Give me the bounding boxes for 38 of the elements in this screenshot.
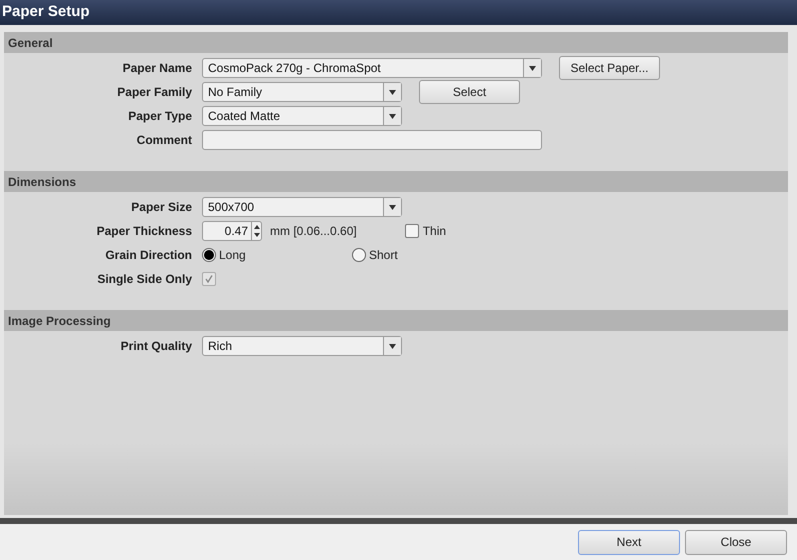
field-label: Paper Size: [130, 199, 193, 216]
dropdown[interactable]: 500x700: [202, 197, 402, 217]
dropdown[interactable]: CosmoPack 270g - ChromaSpot: [202, 58, 542, 78]
field-label: Paper Type: [127, 108, 193, 125]
dialog-button[interactable]: Close: [685, 530, 787, 554]
caret-icon: [529, 66, 536, 70]
thickness-range: mm [0.06...0.60]: [270, 223, 357, 240]
radio-button[interactable]: [202, 248, 216, 262]
caret-icon: [389, 344, 396, 348]
field-label: Grain Direction: [104, 247, 193, 264]
number-spinner[interactable]: 0.47: [202, 221, 262, 241]
dropdown[interactable]: No Family: [202, 82, 402, 102]
dropdown[interactable]: Coated Matte: [202, 106, 402, 126]
field-label: Comment: [136, 132, 193, 149]
radio-button[interactable]: [352, 248, 366, 262]
window-title: Paper Setup: [2, 2, 90, 22]
radio-label: Long: [219, 247, 246, 264]
field-label: Print Quality: [120, 338, 193, 355]
select-button[interactable]: Select: [419, 80, 520, 104]
field-label: Paper Thickness: [96, 223, 193, 240]
caret-icon: [389, 90, 396, 94]
caret-icon: [389, 114, 396, 118]
checkbox[interactable]: [404, 224, 419, 238]
field-label: Single Side Only: [96, 271, 193, 288]
field-label: Paper Family: [116, 84, 193, 101]
select-button[interactable]: Select Paper...: [559, 56, 660, 80]
spin-arrows-icon: [254, 225, 260, 237]
caret-icon: [389, 204, 396, 210]
section-header: Dimensions: [4, 171, 788, 192]
radio-label: Short: [369, 247, 398, 264]
section-header: General: [4, 32, 788, 53]
dropdown[interactable]: Rich: [202, 336, 402, 356]
dialog-button[interactable]: Next: [578, 530, 680, 554]
field-label: Paper Name: [122, 60, 193, 77]
section-header: Image Processing: [4, 310, 788, 331]
checkbox-label: Thin: [422, 223, 446, 240]
comment-field[interactable]: [202, 130, 542, 150]
checkmark-icon: [204, 274, 214, 284]
